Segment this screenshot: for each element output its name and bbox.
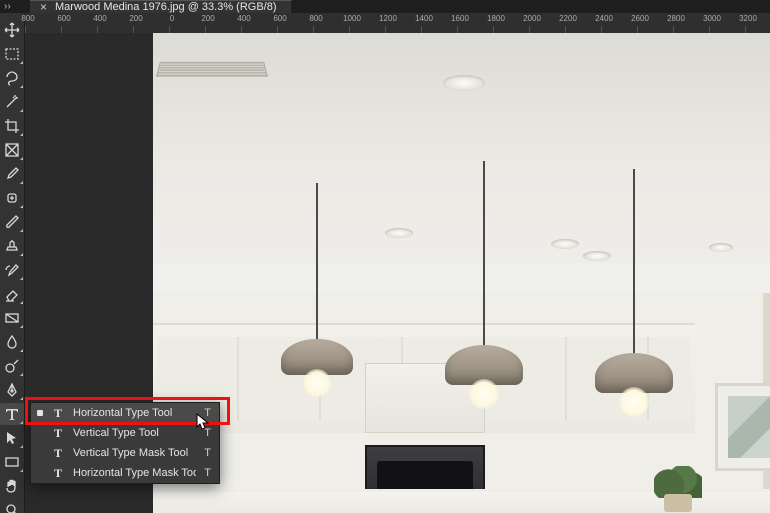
ruler-tick-label: 1800: [484, 14, 508, 23]
ruler-tick-label: 400: [232, 14, 256, 23]
document-tabbar: ›› × Marwood Medina 1976.jpg @ 33.3% (RG…: [0, 0, 770, 13]
expand-icon: ››: [4, 1, 11, 12]
ruler-tick-label: 400: [88, 14, 112, 23]
ruler-tick-label: 0: [160, 14, 184, 23]
workspace: 8006004002000200400 80060040020002004006…: [0, 13, 770, 513]
flyout-item-shortcut: T: [204, 447, 211, 459]
flyout-item[interactable]: T Horizontal Type Mask Tool T: [31, 463, 219, 483]
flyout-item-label: Horizontal Type Mask Tool: [73, 467, 196, 479]
type-icon: T: [51, 466, 65, 481]
ruler-tick-label: 1200: [376, 14, 400, 23]
ruler-tick-label: 800: [16, 14, 40, 23]
pen-tool[interactable]: [0, 379, 24, 401]
ruler-tick-label: 1400: [412, 14, 436, 23]
ruler-tick-label: 2000: [520, 14, 544, 23]
type-icon: T: [51, 426, 65, 441]
ruler-tick-label: 2800: [664, 14, 688, 23]
flyout-item-label: Vertical Type Tool: [73, 427, 196, 439]
ruler-tick-label: 1000: [340, 14, 364, 23]
flyout-item-label: Vertical Type Mask Tool: [73, 447, 196, 459]
rectangle-tool[interactable]: [0, 451, 24, 473]
ruler-tick-label: 2400: [592, 14, 616, 23]
rectangular-marquee-tool[interactable]: [0, 43, 24, 65]
zoom-tool[interactable]: [0, 499, 24, 513]
dodge-tool[interactable]: [0, 355, 24, 377]
app-root: ›› × Marwood Medina 1976.jpg @ 33.3% (RG…: [0, 0, 770, 513]
type-tool[interactable]: [0, 403, 24, 425]
eraser-tool[interactable]: [0, 283, 24, 305]
brush-tool[interactable]: [0, 211, 24, 233]
flyout-item[interactable]: T Vertical Type Tool T: [31, 423, 219, 443]
expand-panel-handle[interactable]: ››: [0, 0, 30, 13]
ruler-tick-label: 600: [268, 14, 292, 23]
flyout-item[interactable]: T Vertical Type Mask Tool T: [31, 443, 219, 463]
blur-tool[interactable]: [0, 331, 24, 353]
eyedropper-tool[interactable]: [0, 163, 24, 185]
ruler-tick-label: 1600: [448, 14, 472, 23]
path-selection-tool[interactable]: [0, 427, 24, 449]
ruler-tick-label: 800: [304, 14, 328, 23]
type-icon: T: [51, 406, 65, 421]
magic-wand-tool[interactable]: [0, 91, 24, 113]
type-icon: T: [51, 446, 65, 461]
ruler-tick-label: 200: [196, 14, 220, 23]
ruler-tick-label: 200: [124, 14, 148, 23]
flyout-item[interactable]: T Horizontal Type Tool T: [31, 403, 219, 423]
tools-panel: [0, 13, 25, 513]
frame-tool[interactable]: [0, 139, 24, 161]
clone-stamp-tool[interactable]: [0, 235, 24, 257]
healing-brush-tool[interactable]: [0, 187, 24, 209]
flyout-item-label: Horizontal Type Tool: [73, 407, 196, 419]
document-tab-title: Marwood Medina 1976.jpg @ 33.3% (RGB/8): [55, 1, 277, 13]
history-brush-tool[interactable]: [0, 259, 24, 281]
flyout-item-shortcut: T: [204, 467, 211, 479]
close-icon[interactable]: ×: [40, 1, 47, 13]
crop-tool[interactable]: [0, 115, 24, 137]
selected-indicator-icon: [37, 410, 43, 416]
gradient-tool[interactable]: [0, 307, 24, 329]
ruler-tick-label: 3200: [736, 14, 760, 23]
horizontal-ruler[interactable]: 8006004002000200400600800100012001400160…: [25, 13, 770, 33]
ruler-tick-label: 2600: [628, 14, 652, 23]
flyout-item-shortcut: T: [204, 407, 211, 419]
document-image: [153, 33, 770, 513]
ruler-tick-label: 600: [52, 14, 76, 23]
ruler-tick-label: 2200: [556, 14, 580, 23]
lasso-tool[interactable]: [0, 67, 24, 89]
type-tool-flyout: THorizontal Type ToolTTVertical Type Too…: [30, 402, 220, 484]
hand-tool[interactable]: [0, 475, 24, 497]
flyout-item-shortcut: T: [204, 427, 211, 439]
document-tab[interactable]: × Marwood Medina 1976.jpg @ 33.3% (RGB/8…: [30, 0, 292, 13]
ruler-tick-label: 3000: [700, 14, 724, 23]
